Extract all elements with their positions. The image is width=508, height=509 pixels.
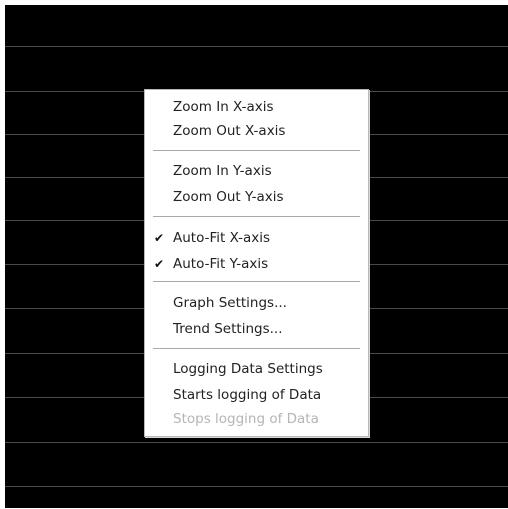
graph-context-menu: Zoom In X-axis Zoom Out X-axis Zoom In Y… <box>144 89 369 437</box>
zoom-in-y-axis-menu-item[interactable]: Zoom In Y-axis <box>173 160 362 182</box>
graph-settings-menu-item[interactable]: Graph Settings... <box>173 292 362 314</box>
stops-logging-menu-item: Stops logging of Data <box>173 411 319 427</box>
grid-line <box>5 486 508 487</box>
auto-fit-y-axis-menu-item[interactable]: Auto-Fit Y-axis <box>173 253 362 275</box>
grid-line <box>5 46 508 47</box>
zoom-out-y-axis-menu-item[interactable]: Zoom Out Y-axis <box>173 186 362 208</box>
menu-separator <box>153 150 360 151</box>
starts-logging-menu-item[interactable]: Starts logging of Data <box>173 384 362 406</box>
menu-separator <box>153 281 360 282</box>
zoom-in-x-axis-menu-item[interactable]: Zoom In X-axis <box>173 96 362 118</box>
auto-fit-x-axis-menu-item[interactable]: Auto-Fit X-axis <box>173 227 362 249</box>
menu-separator <box>153 216 360 217</box>
zoom-out-x-axis-menu-item[interactable]: Zoom Out X-axis <box>173 120 362 142</box>
logging-data-settings-menu-item[interactable]: Logging Data Settings <box>173 358 362 380</box>
check-icon: ✔ <box>153 231 165 245</box>
check-icon: ✔ <box>153 257 165 271</box>
grid-line <box>5 442 508 443</box>
menu-separator <box>153 348 360 349</box>
trend-settings-menu-item[interactable]: Trend Settings... <box>173 318 362 340</box>
